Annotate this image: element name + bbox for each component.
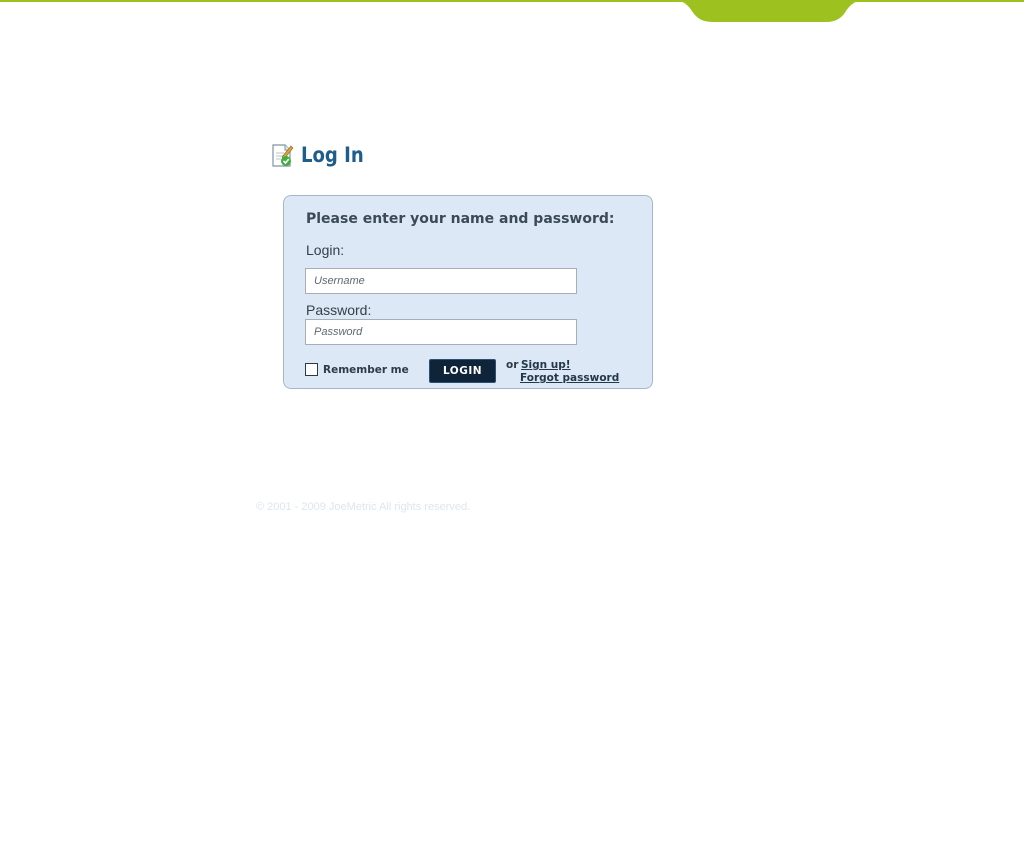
login-button[interactable]: LOGIN (429, 359, 496, 383)
login-panel: Please enter your name and password: Log… (283, 195, 653, 389)
top-accent-bar (0, 0, 1024, 22)
remember-me-label: Remember me (323, 363, 409, 376)
page-title: Log In (301, 143, 364, 167)
username-input[interactable] (305, 268, 577, 294)
remember-me-option[interactable]: Remember me (305, 363, 409, 376)
login-label: Login: (306, 242, 345, 258)
or-text: or (506, 359, 519, 371)
sign-up-link[interactable]: Sign up! (521, 359, 571, 371)
login-instructions: Please enter your name and password: (306, 211, 615, 227)
remember-me-checkbox[interactable] (305, 363, 318, 376)
password-input[interactable] (305, 319, 577, 345)
copyright-text: © 2001 - 2009 JoeMetric All rights reser… (256, 501, 471, 513)
forgot-password-link[interactable]: Forgot password (520, 372, 619, 384)
password-label: Password: (306, 302, 372, 318)
document-check-icon (272, 144, 294, 167)
login-page: Log In Please enter your name and passwo… (0, 0, 1024, 851)
page-header: Log In (270, 140, 374, 170)
